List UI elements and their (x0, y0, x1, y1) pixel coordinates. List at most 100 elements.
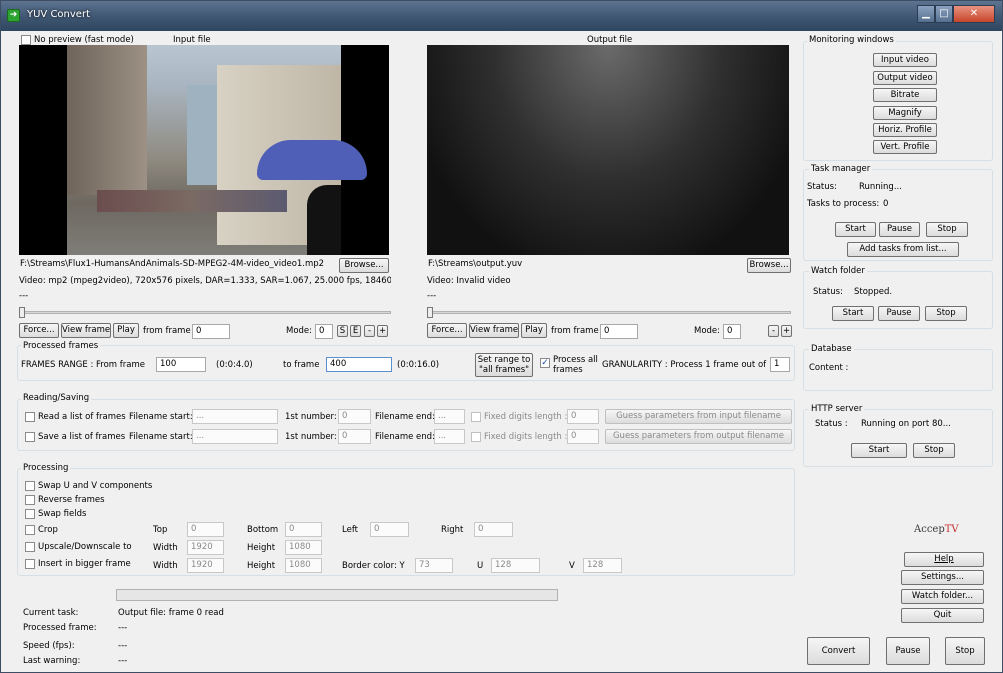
magnify-window-button[interactable]: Magnify (873, 106, 937, 120)
input-slider-thumb[interactable] (19, 307, 25, 318)
to-frame-field[interactable]: 400 (326, 357, 392, 372)
input-play-button[interactable]: Play (113, 323, 139, 338)
swap-uv-checkbox[interactable] (25, 481, 35, 491)
output-from-frame-field[interactable]: 0 (600, 324, 638, 339)
process-all-frames-checkbox[interactable]: ✓ (540, 358, 550, 368)
guess-from-output-button[interactable]: Guess parameters from output filename (605, 429, 792, 444)
http-stop-button[interactable]: Stop (913, 443, 955, 458)
output-video-window-button[interactable]: Output video (873, 71, 937, 85)
swap-fields-label: Swap fields (38, 509, 87, 519)
crop-top-field[interactable]: 0 (187, 522, 224, 537)
tasks-to-process-value: 0 (883, 199, 889, 209)
maximize-button[interactable]: □ (935, 5, 953, 23)
save-first-number-label: 1st number: (285, 432, 337, 442)
stop-button[interactable]: Stop (945, 637, 985, 665)
insert-bigger-frame-checkbox[interactable] (25, 559, 35, 569)
input-force-button[interactable]: Force... (19, 323, 59, 338)
save-fixed-digits-checkbox[interactable] (471, 432, 481, 442)
upscale-width-label: Width (153, 543, 178, 553)
logo-accep-text: Accep (914, 524, 945, 535)
input-minus-button[interactable]: - (364, 325, 375, 337)
read-filename-end-label: Filename end: (375, 412, 435, 422)
watch-start-button[interactable]: Start (832, 306, 874, 321)
set-range-all-frames-button[interactable]: Set range to "all frames" (475, 353, 533, 377)
input-plus-button[interactable]: + (377, 325, 388, 337)
upscale-checkbox[interactable] (25, 542, 35, 552)
insert-width-field[interactable]: 1920 (187, 558, 224, 573)
speed-value: --- (118, 641, 128, 651)
settings-button[interactable]: Settings... (901, 570, 984, 585)
guess-from-input-button[interactable]: Guess parameters from input filename (605, 409, 792, 424)
pause-button[interactable]: Pause (886, 637, 930, 665)
read-filename-end-field[interactable]: ... (434, 409, 465, 424)
output-slider-track[interactable] (429, 311, 791, 314)
input-view-frame-button[interactable]: View frame (61, 323, 111, 338)
output-plus-button[interactable]: + (781, 325, 792, 337)
help-button[interactable]: Help (904, 552, 984, 567)
save-first-number-field[interactable]: 0 (338, 429, 371, 444)
horiz-profile-window-button[interactable]: Horiz. Profile (873, 123, 937, 137)
database-title: Database (809, 344, 854, 354)
save-filename-start-field[interactable]: ... (192, 429, 278, 444)
swap-fields-checkbox[interactable] (25, 509, 35, 519)
acceptv-logo: AccepTV (914, 524, 959, 535)
bitrate-window-button[interactable]: Bitrate (873, 88, 937, 102)
output-view-frame-button[interactable]: View frame (469, 323, 519, 338)
upscale-height-field[interactable]: 1080 (285, 540, 322, 555)
output-play-button[interactable]: Play (521, 323, 547, 338)
input-from-frame-field[interactable]: 0 (192, 324, 230, 339)
reverse-frames-checkbox[interactable] (25, 495, 35, 505)
close-button[interactable]: ✕ (953, 5, 995, 23)
read-fixed-digits-field[interactable]: 0 (567, 409, 599, 424)
output-mode-field[interactable]: 0 (723, 324, 741, 339)
input-browse-button[interactable]: Browse... (339, 258, 389, 273)
output-force-button[interactable]: Force... (427, 323, 467, 338)
quit-button[interactable]: Quit (901, 608, 984, 623)
no-preview-checkbox[interactable] (21, 35, 31, 45)
crop-checkbox[interactable] (25, 525, 35, 535)
input-video-window-button[interactable]: Input video (873, 53, 937, 67)
convert-button[interactable]: Convert (807, 637, 870, 665)
read-first-number-field[interactable]: 0 (338, 409, 371, 424)
crop-right-field[interactable]: 0 (474, 522, 513, 537)
input-slider-track[interactable] (21, 311, 391, 314)
watch-pause-button[interactable]: Pause (878, 306, 920, 321)
output-path[interactable]: F:\Streams\output.yuv (427, 258, 741, 273)
watch-folder-button[interactable]: Watch folder... (901, 589, 984, 604)
save-fixed-digits-field[interactable]: 0 (567, 429, 599, 444)
title-bar[interactable]: ➜ YUV Convert ▁ □ ✕ (1, 1, 1002, 31)
input-file-title: Input file (173, 35, 211, 45)
border-u-field[interactable]: 128 (491, 558, 540, 573)
granularity-field[interactable]: 1 (770, 357, 790, 372)
save-list-checkbox[interactable] (25, 432, 35, 442)
from-frame-field[interactable]: 100 (156, 357, 206, 372)
border-v-field[interactable]: 128 (583, 558, 622, 573)
save-filename-end-label: Filename end: (375, 432, 435, 442)
read-fixed-digits-checkbox[interactable] (471, 412, 481, 422)
crop-left-field[interactable]: 0 (370, 522, 409, 537)
add-tasks-from-list-button[interactable]: Add tasks from list... (847, 242, 959, 257)
output-slider-thumb[interactable] (427, 307, 433, 318)
http-start-button[interactable]: Start (851, 443, 907, 458)
upscale-width-field[interactable]: 1920 (187, 540, 224, 555)
vert-profile-window-button[interactable]: Vert. Profile (873, 140, 937, 154)
read-filename-start-field[interactable]: ... (192, 409, 278, 424)
watch-stop-button[interactable]: Stop (925, 306, 967, 321)
task-start-button[interactable]: Start (835, 222, 876, 237)
task-pause-button[interactable]: Pause (879, 222, 920, 237)
input-path[interactable]: F:\Streams\Flux1-HumansAndAnimals-SD-MPE… (19, 258, 333, 273)
last-warning-value: --- (118, 656, 128, 666)
output-minus-button[interactable]: - (768, 325, 779, 337)
input-s-button[interactable]: S (337, 325, 348, 337)
output-browse-button[interactable]: Browse... (747, 258, 791, 273)
minimize-button[interactable]: ▁ (917, 5, 935, 23)
task-stop-button[interactable]: Stop (926, 222, 968, 237)
output-video-info: Video: Invalid video (427, 276, 511, 286)
input-e-button[interactable]: E (350, 325, 361, 337)
border-y-field[interactable]: 73 (415, 558, 453, 573)
crop-bottom-field[interactable]: 0 (285, 522, 322, 537)
save-filename-end-field[interactable]: ... (434, 429, 465, 444)
input-mode-field[interactable]: 0 (315, 324, 333, 339)
insert-height-field[interactable]: 1080 (285, 558, 322, 573)
read-list-checkbox[interactable] (25, 412, 35, 422)
